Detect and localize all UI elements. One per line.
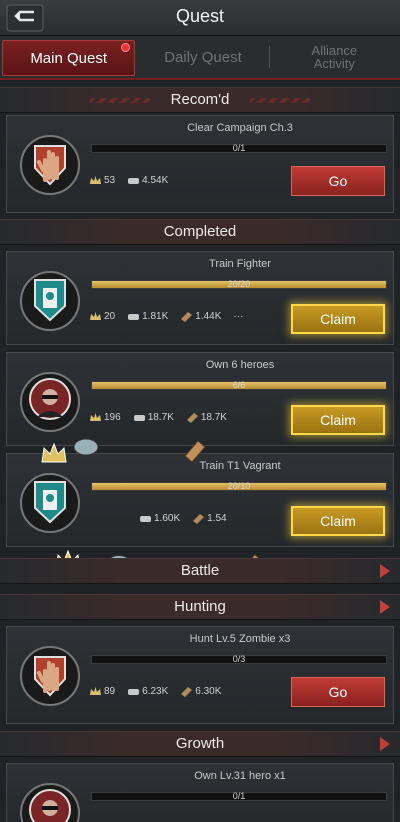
go-button[interactable]: Go (291, 677, 385, 707)
wood-icon (193, 514, 205, 524)
flying-food-icon (73, 438, 99, 456)
progress-text: 6/6 (232, 380, 246, 390)
quest-card-heroes: Own 6 heroes 6/6 196 18.7K 18.7K Claim (6, 352, 394, 446)
stripe-decoration (90, 98, 150, 103)
quest-progress-bar: 0/1 (91, 791, 387, 801)
food-icon (128, 314, 140, 320)
quest-title: Clear Campaign Ch.3 (187, 122, 293, 134)
progress-text: 0/1 (232, 143, 246, 153)
quest-progress-bar: 20/20 (91, 279, 387, 289)
quest-progress-bar: 20/10 (91, 481, 387, 491)
section-title: Growth (175, 735, 225, 752)
quest-title: Train Fighter (209, 258, 271, 270)
reward-item: 6.23K (127, 686, 168, 697)
section-title: Hunting (174, 598, 226, 615)
progress-text: 0/1 (232, 791, 246, 801)
quest-card-recomd: Clear Campaign Ch.3 0/1 53 4.54K Go (6, 115, 394, 213)
reward-item: 89 (89, 686, 115, 697)
reward-item: 18.7K (133, 412, 174, 423)
flying-wood-icon (184, 440, 206, 463)
fighter-quest-icon (20, 271, 80, 331)
reward-item: 1.44K (180, 311, 221, 322)
quest-card-vagrant: Train T1 Vagrant 20/10 1.60K 1.54 Claim (6, 453, 394, 547)
claim-button[interactable]: Claim (291, 405, 385, 435)
section-title: Completed (163, 223, 237, 240)
flying-crown-icon (41, 442, 67, 463)
expand-arrow-icon[interactable] (380, 600, 390, 614)
quest-title: Own Lv.31 hero x1 (194, 770, 286, 782)
reward-item: 53 (89, 175, 115, 186)
progress-text: 20/20 (227, 279, 251, 289)
quest-progress-bar: 0/1 (91, 143, 387, 153)
reward-item: 20 (89, 311, 115, 322)
hero-portrait-icon (20, 372, 80, 432)
food-icon (140, 516, 151, 522)
quest-title: Own 6 heroes (205, 359, 275, 371)
food-icon (128, 178, 140, 184)
quest-progress-bar: 0/3 (91, 654, 387, 664)
reward-list: 196 18.7K 18.7K (89, 412, 227, 423)
tab-alliance-activity[interactable]: Alliance Activity (268, 36, 400, 78)
page-title: Quest (175, 6, 225, 26)
reward-list: 53 4.54K (89, 175, 168, 186)
power-crown-icon (90, 176, 101, 184)
tab-daily-quest[interactable]: Daily Quest (137, 36, 268, 78)
food-icon (128, 689, 140, 695)
reward-item: 196 (89, 412, 121, 423)
section-growth[interactable]: Growth (0, 731, 400, 757)
wood-icon (186, 413, 198, 423)
reward-item: 1.81K (127, 311, 168, 322)
expand-arrow-icon[interactable] (380, 564, 390, 578)
reward-more: ··· (233, 311, 244, 322)
reward-item: 4.54K (127, 175, 168, 186)
quest-title: Train T1 Vagrant (199, 460, 281, 472)
section-completed: Completed (0, 219, 400, 245)
claim-button[interactable]: Claim (291, 304, 385, 334)
progress-text: 20/10 (227, 481, 251, 491)
quest-card-hero31: Own Lv.31 hero x1 0/1 (6, 763, 394, 822)
section-hunting[interactable]: Hunting (0, 594, 400, 620)
claim-button[interactable]: Claim (291, 506, 385, 536)
reward-item: 1.54 (192, 513, 227, 524)
tab-label: Alliance Activity (311, 43, 358, 71)
reward-item: 18.7K (186, 412, 227, 423)
section-title: Recom'd (170, 91, 230, 108)
wood-icon (181, 687, 193, 697)
vagrant-quest-icon (20, 473, 80, 533)
reward-list: 89 6.23K 6.30K (89, 686, 221, 697)
quest-progress-bar: 6/6 (91, 380, 387, 390)
stripe-decoration (250, 98, 310, 103)
quest-title: Hunt Lv.5 Zombie x3 (189, 633, 291, 645)
reward-list: 1.60K 1.54 (139, 513, 227, 524)
power-crown-icon (90, 312, 101, 320)
tab-label: Main Quest (30, 49, 108, 67)
tab-label: Daily Quest (164, 48, 242, 66)
power-crown-icon (90, 413, 101, 421)
tab-main-quest[interactable]: Main Quest (2, 40, 136, 76)
tab-divider (268, 46, 270, 68)
section-recomd: Recom'd (0, 87, 400, 113)
expand-arrow-icon[interactable] (380, 737, 390, 751)
food-icon (133, 415, 145, 421)
quest-card-zombie: Hunt Lv.5 Zombie x3 0/3 89 6.23K 6.30K G… (6, 626, 394, 724)
zombie-hand-quest-icon (20, 135, 80, 195)
quest-tabs: Main Quest Daily Quest Alliance Activity (0, 36, 400, 80)
hero-portrait-icon (20, 783, 80, 822)
reward-list: 20 1.81K 1.44K ··· (89, 311, 243, 322)
top-bar: Quest (0, 0, 400, 36)
zombie-hand-quest-icon (20, 646, 80, 706)
section-title: Battle (180, 562, 220, 579)
notification-dot-icon (121, 43, 131, 52)
progress-text: 0/3 (232, 654, 246, 664)
section-battle[interactable]: Battle (0, 558, 400, 584)
quest-card-fighter: Train Fighter 20/20 20 1.81K 1.44K ··· C… (6, 251, 394, 345)
go-button[interactable]: Go (291, 166, 385, 196)
reward-item: 1.60K (139, 513, 180, 524)
reward-item: 6.30K (180, 686, 221, 697)
wood-icon (181, 312, 193, 322)
power-crown-icon (90, 687, 101, 695)
